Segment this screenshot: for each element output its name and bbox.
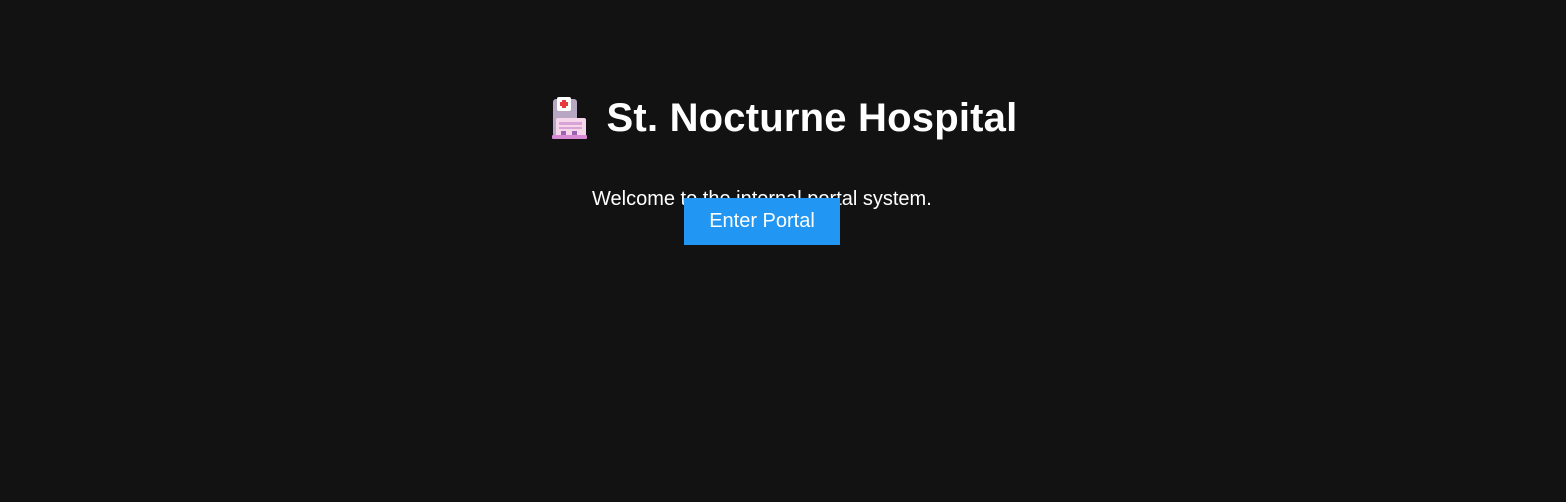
hospital-icon	[549, 97, 589, 139]
landing-page: St. Nocturne Hospital Welcome to the int…	[0, 0, 1566, 502]
title-row: St. Nocturne Hospital	[0, 94, 1566, 142]
page-title: St. Nocturne Hospital	[606, 96, 1018, 140]
enter-portal-button[interactable]: Enter Portal	[684, 198, 840, 245]
